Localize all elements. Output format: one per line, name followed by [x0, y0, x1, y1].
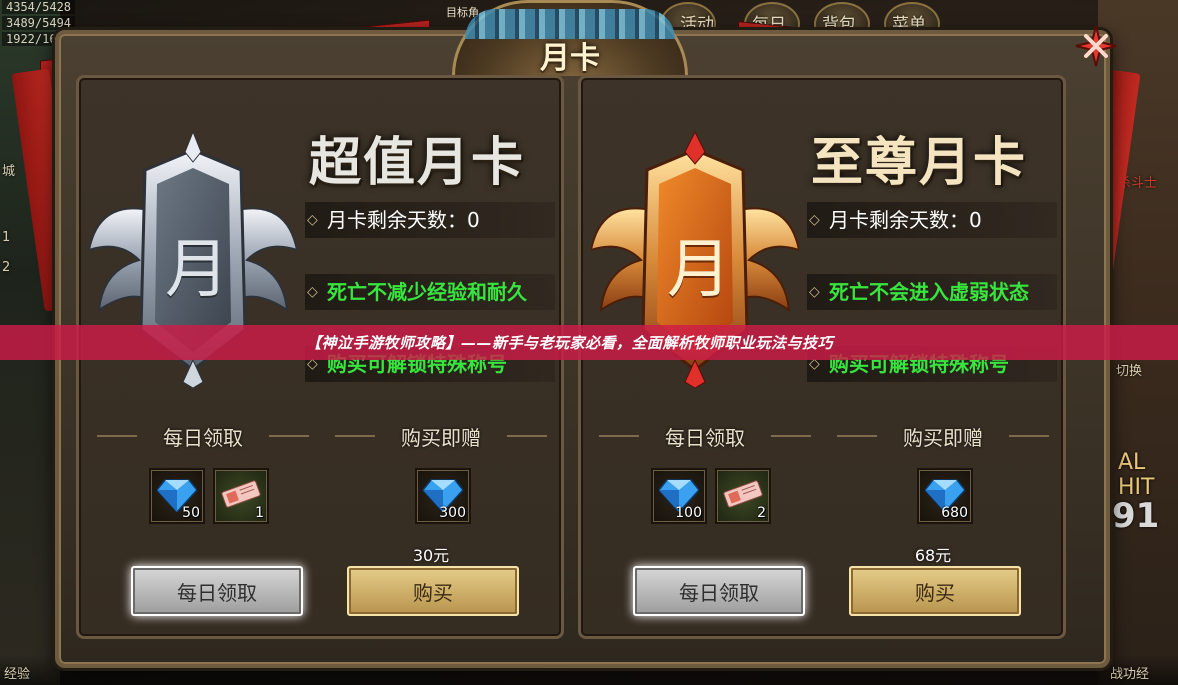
dialog-title-badge: 月卡	[452, 0, 688, 76]
close-button[interactable]	[1074, 24, 1118, 68]
daily-claim-button[interactable]: 每日领取	[131, 566, 303, 616]
item-qty: 50	[182, 505, 200, 521]
remaining-days-value: 0	[969, 208, 982, 232]
emblem-char-silver: 月	[165, 233, 229, 307]
item-qty: 100	[675, 505, 702, 521]
perk-text: 死亡不会进入虚弱状态	[807, 274, 1057, 310]
item-qty: 1	[255, 505, 264, 521]
remaining-days-row: 月卡剩余天数：0	[305, 202, 555, 238]
price-label: 30元	[412, 546, 450, 565]
item-slot-diamond[interactable]: 300	[415, 468, 471, 524]
purchase-gift-label: 购买即赠	[833, 422, 1053, 451]
item-slot-diamond[interactable]: 50	[149, 468, 205, 524]
remaining-days-row: 月卡剩余天数：0	[807, 202, 1057, 238]
daily-claim-button[interactable]: 每日领取	[633, 566, 805, 616]
merit-label: 战功经	[1110, 667, 1150, 682]
daily-claim-label: 每日领取	[595, 422, 815, 451]
right-side-label-3: 切换	[1116, 364, 1143, 379]
buy-button[interactable]: 购买	[849, 566, 1021, 616]
item-qty: 680	[941, 505, 968, 521]
item-slot-diamond[interactable]: 680	[917, 468, 973, 524]
mp-stat: 3489/5494	[2, 16, 76, 30]
emblem-char-gold: 月	[667, 233, 731, 307]
buy-button[interactable]: 购买	[347, 566, 519, 616]
remaining-days-label: 月卡剩余天数：	[327, 208, 467, 232]
purchase-gift-label: 购买即赠	[331, 422, 551, 451]
item-slot-diamond[interactable]: 100	[651, 468, 707, 524]
item-slot-ticket[interactable]: 2	[715, 468, 771, 524]
article-title-banner: 【神泣手游牧师攻略】——新手与老玩家必看，全面解析牧师职业玩法与技巧	[0, 325, 1178, 360]
dialog-title: 月卡	[540, 41, 600, 76]
card-title: 超值月卡	[309, 132, 526, 193]
left-side-label-3: 2	[2, 260, 11, 275]
item-qty: 300	[439, 505, 466, 521]
remaining-days-value: 0	[467, 208, 480, 232]
daily-claim-label: 每日领取	[93, 422, 313, 451]
exp-label: 经验	[4, 667, 31, 682]
right-side-label-4: AL HIT	[1118, 450, 1155, 500]
banner-text: 【神泣手游牧师攻略】——新手与老玩家必看，全面解析牧师职业玩法与技巧	[306, 334, 834, 352]
perk-text: 死亡不减少经验和耐久	[305, 274, 555, 310]
close-x-icon	[1075, 25, 1117, 67]
price-label: 68元	[914, 546, 952, 565]
left-side-label-1: 城	[2, 164, 16, 179]
right-side-label-5: 91	[1112, 496, 1160, 536]
item-qty: 2	[757, 505, 766, 521]
remaining-days-label: 月卡剩余天数：	[829, 208, 969, 232]
left-side-label-2: 1	[2, 230, 11, 245]
card-title: 至尊月卡	[811, 132, 1028, 193]
hp-stat: 4354/5428	[2, 0, 76, 14]
item-slot-ticket[interactable]: 1	[213, 468, 269, 524]
